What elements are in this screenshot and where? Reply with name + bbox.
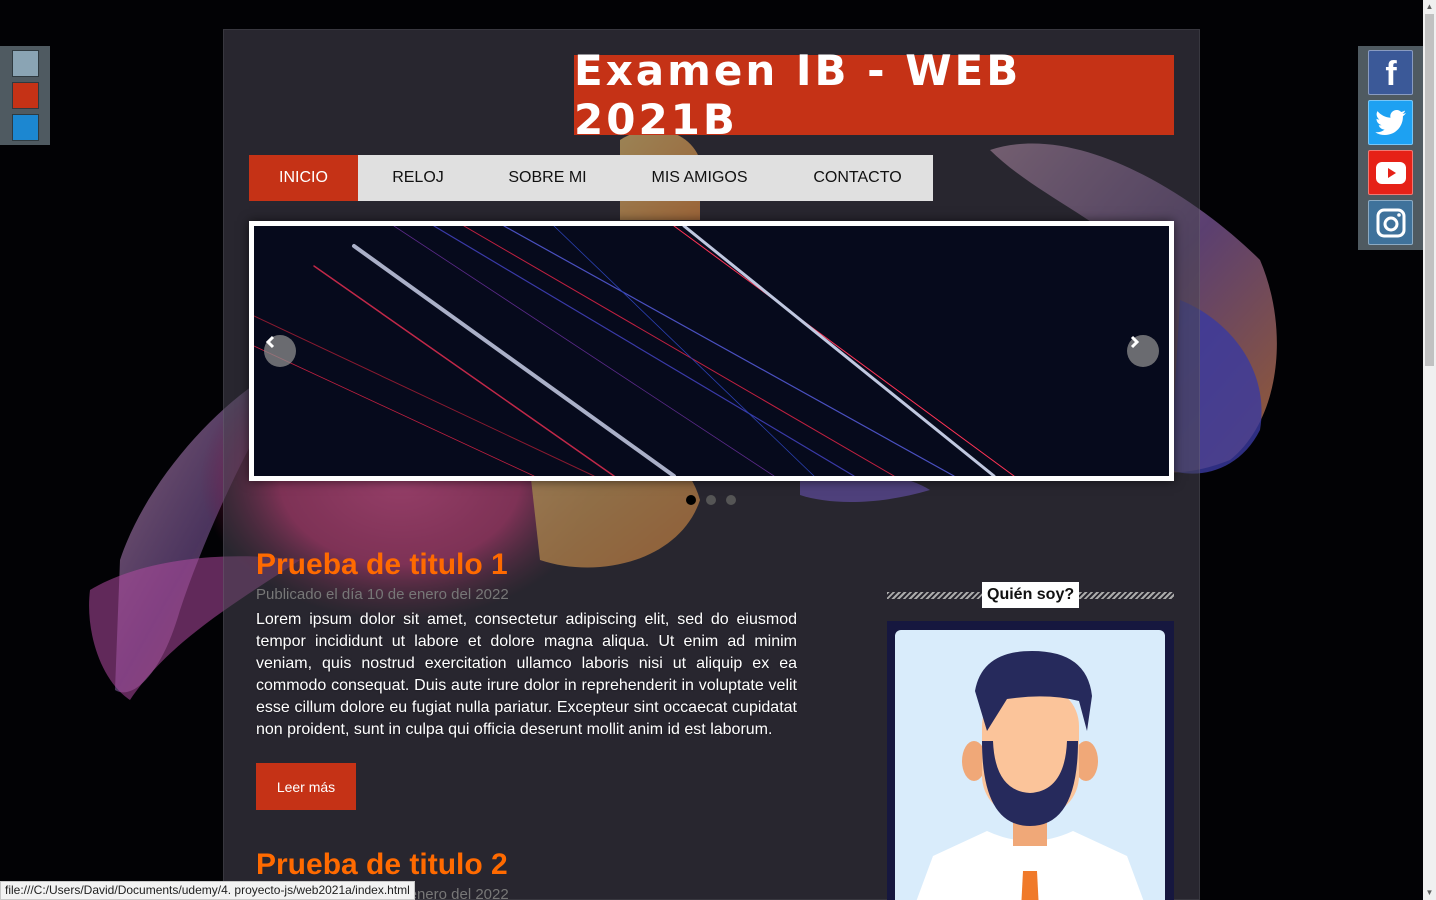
browser-status-bar: file:///C:/Users/David/Documents/udemy/4… <box>0 881 415 900</box>
theme-switcher <box>0 46 50 145</box>
nav-item-sobre-mi[interactable]: Sobre mi <box>478 155 617 201</box>
profile-avatar <box>887 621 1174 900</box>
article-title[interactable]: Prueba de titulo 2 <box>256 848 797 882</box>
main-nav: Inicio Reloj Sobre mi Mis amigos Contact… <box>249 155 933 201</box>
twitter-icon <box>1374 109 1406 135</box>
article-body: Lorem ipsum dolor sit amet, consectetur … <box>256 611 797 738</box>
sidebar-heading: Quién soy? <box>887 582 1174 608</box>
slider-dots <box>686 495 736 505</box>
chevron-right-icon <box>1130 335 1140 349</box>
scroll-down-arrow-icon[interactable]: ▼ <box>1423 886 1436 899</box>
chevron-left-icon <box>265 335 275 349</box>
instagram-icon <box>1376 208 1405 237</box>
article-1: Prueba de titulo 1 Publicado el día 10 d… <box>256 548 797 810</box>
youtube-button[interactable] <box>1368 150 1413 195</box>
instagram-button[interactable] <box>1368 200 1413 245</box>
slider-next-button[interactable] <box>1127 335 1159 367</box>
slider-prev-button[interactable] <box>264 335 296 367</box>
nav-item-mis-amigos[interactable]: Mis amigos <box>617 155 782 201</box>
twitter-button[interactable] <box>1368 100 1413 145</box>
read-more-button[interactable]: Leer más <box>256 763 356 810</box>
svg-text:f: f <box>1385 56 1397 90</box>
site-title: Examen IB - WEB 2021B <box>574 46 1174 144</box>
scroll-thumb[interactable] <box>1425 14 1434 366</box>
slider-dot[interactable] <box>706 495 716 505</box>
facebook-button[interactable]: f <box>1368 50 1413 95</box>
page-scrollbar[interactable]: ▲ ▼ <box>1423 0 1436 900</box>
slider-dot[interactable] <box>686 495 696 505</box>
avatar <box>887 621 1174 900</box>
image-slider <box>249 221 1174 481</box>
nav-item-reloj[interactable]: Reloj <box>358 155 478 201</box>
theme-swatch-blue[interactable] <box>12 114 39 141</box>
nav-item-inicio[interactable]: Inicio <box>249 155 358 201</box>
article-title[interactable]: Prueba de titulo 1 <box>256 548 797 582</box>
youtube-icon <box>1375 161 1406 184</box>
article-date: Publicado el día 10 de enero del 2022 <box>256 586 509 603</box>
slide-image <box>254 226 1169 476</box>
slider-dot[interactable] <box>726 495 736 505</box>
sidebar-heading-label: Quién soy? <box>982 582 1080 608</box>
theme-swatch-gray[interactable] <box>12 50 39 77</box>
theme-swatch-red[interactable] <box>12 82 39 109</box>
facebook-icon: f <box>1385 56 1397 90</box>
social-bar: f <box>1358 46 1423 250</box>
nav-item-contacto[interactable]: Contacto <box>782 155 933 201</box>
scroll-up-arrow-icon[interactable]: ▲ <box>1423 0 1436 13</box>
